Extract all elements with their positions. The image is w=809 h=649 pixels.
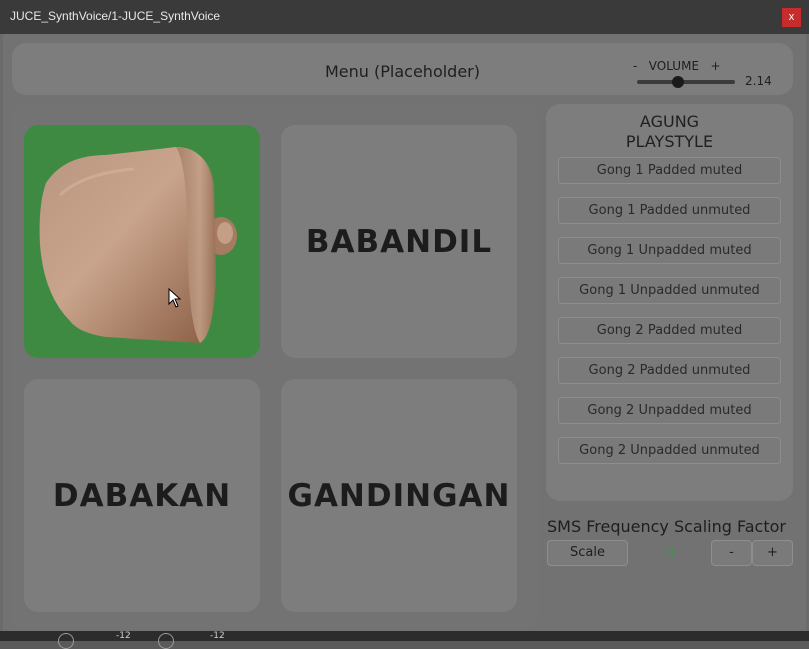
volume-label: - VOLUME + bbox=[633, 59, 721, 73]
title-bar: JUCE_SynthVoice/1-JUCE_SynthVoice x bbox=[0, 0, 809, 34]
playstyle-option[interactable]: Gong 1 Unpadded unmuted bbox=[558, 277, 781, 304]
instrument-tile-agung[interactable] bbox=[24, 125, 260, 358]
instrument-tile-dabakan[interactable]: DABAKAN bbox=[24, 379, 260, 612]
playstyle-option[interactable]: Gong 1 Padded unmuted bbox=[558, 197, 781, 224]
playstyle-option[interactable]: Gong 2 Padded unmuted bbox=[558, 357, 781, 384]
close-button[interactable]: x bbox=[782, 8, 801, 27]
pan-knob-icon[interactable] bbox=[158, 633, 174, 649]
volume-value: 2.14 bbox=[745, 74, 772, 88]
playstyle-option[interactable]: Gong 1 Padded muted bbox=[558, 157, 781, 184]
db-readout: -12 bbox=[210, 631, 225, 641]
instrument-tile-babandil[interactable]: BABANDIL bbox=[281, 125, 517, 358]
increment-button[interactable]: + bbox=[752, 540, 793, 566]
menu-title: Menu (Placeholder) bbox=[325, 62, 480, 81]
scale-button[interactable]: Scale bbox=[547, 540, 628, 566]
mouse-pointer-icon bbox=[168, 288, 182, 308]
playstyle-option[interactable]: Gong 2 Padded muted bbox=[558, 317, 781, 344]
playstyle-option[interactable]: Gong 2 Unpadded muted bbox=[558, 397, 781, 424]
playstyle-title-line2: PLAYSTYLE bbox=[625, 132, 714, 151]
pan-knob-icon[interactable] bbox=[58, 633, 74, 649]
playstyle-option[interactable]: Gong 2 Unpadded unmuted bbox=[558, 437, 781, 464]
window-title: JUCE_SynthVoice/1-JUCE_SynthVoice bbox=[10, 9, 221, 23]
sms-scaling-label: SMS Frequency Scaling Factor bbox=[547, 517, 786, 536]
playstyle-title: AGUNG PLAYSTYLE bbox=[546, 112, 793, 152]
sms-scaling-value: 0 bbox=[665, 544, 675, 562]
agung-gong-image bbox=[39, 147, 237, 343]
decrement-button[interactable]: - bbox=[711, 540, 752, 566]
playstyle-title-line1: AGUNG bbox=[639, 112, 700, 131]
volume-slider-track[interactable] bbox=[637, 80, 735, 84]
playstyle-option[interactable]: Gong 1 Unpadded muted bbox=[558, 237, 781, 264]
instrument-tile-gandingan[interactable]: GANDINGAN bbox=[281, 379, 517, 612]
db-readout: -12 bbox=[116, 631, 131, 641]
app-window: JUCE_SynthVoice/1-JUCE_SynthVoice x Menu… bbox=[0, 0, 809, 649]
host-mixer-strip: -12 -12 bbox=[0, 631, 809, 649]
